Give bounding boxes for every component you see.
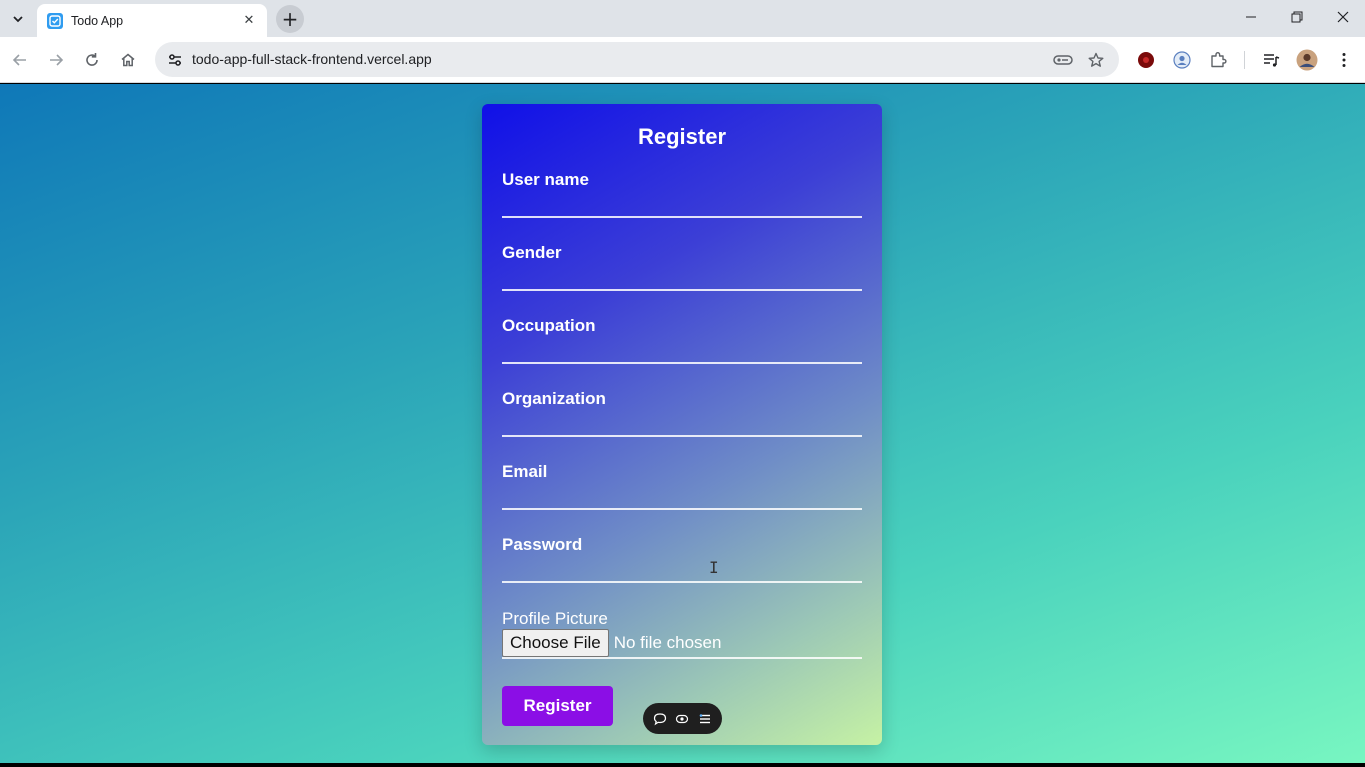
restore-button[interactable]: [1274, 0, 1320, 34]
profile-picture-field: Profile Picture Choose File No file chos…: [502, 609, 862, 659]
username-input[interactable]: [502, 196, 862, 218]
file-status-text: No file chosen: [613, 633, 722, 652]
kebab-menu-icon: [1342, 53, 1346, 67]
close-window-button[interactable]: [1320, 0, 1365, 34]
puzzle-icon: [1211, 52, 1227, 68]
back-button[interactable]: [6, 46, 34, 74]
password-field: Password: [502, 535, 862, 583]
plus-icon: +: [281, 7, 299, 31]
address-bar[interactable]: todo-app-full-stack-frontend.vercel.app: [155, 42, 1119, 77]
chevron-down-icon: [13, 15, 23, 22]
extension-blue-button[interactable]: [1168, 46, 1196, 74]
star-icon: [1088, 52, 1104, 67]
window-bottom-edge: [0, 763, 1365, 767]
tab-title: Todo App: [71, 13, 124, 28]
bookmark-button[interactable]: [1085, 49, 1107, 71]
text-cursor-icon: I: [709, 558, 719, 577]
email-input[interactable]: [502, 488, 862, 510]
username-label: User name: [502, 170, 589, 189]
tune-icon: [169, 53, 181, 66]
home-button[interactable]: [114, 46, 142, 74]
profile-avatar-button[interactable]: [1293, 46, 1321, 74]
page-background: Register User name Gender Occupation Org…: [0, 84, 1365, 763]
close-icon: [1337, 11, 1349, 23]
minimize-icon: [1246, 16, 1256, 18]
browser-menu-button[interactable]: [1330, 46, 1358, 74]
reload-button[interactable]: [78, 46, 106, 74]
organization-label: Organization: [502, 389, 606, 408]
key-icon: [1053, 55, 1073, 65]
extensions-button[interactable]: [1204, 46, 1232, 74]
password-input[interactable]: [502, 561, 862, 583]
occupation-field: Occupation: [502, 316, 862, 364]
password-label: Password: [502, 535, 583, 554]
profile-extension-icon: [1173, 51, 1191, 69]
organization-field: Organization: [502, 389, 862, 437]
todo-check-icon: [47, 12, 63, 29]
home-icon: [121, 53, 135, 67]
forward-button[interactable]: [42, 46, 70, 74]
gender-input[interactable]: [502, 269, 862, 291]
tab-search-button[interactable]: [0, 1, 36, 37]
close-icon[interactable]: ✕: [241, 13, 257, 28]
file-input[interactable]: Choose File No file chosen: [502, 629, 862, 659]
site-info-button[interactable]: [161, 46, 189, 73]
new-tab-button[interactable]: +: [276, 5, 304, 33]
register-button[interactable]: Register: [502, 686, 613, 726]
extension-red-button[interactable]: [1132, 46, 1160, 74]
avatar: [1296, 49, 1318, 71]
minimize-button[interactable]: [1228, 0, 1274, 34]
organization-input[interactable]: [502, 415, 862, 437]
username-field: User name: [502, 170, 862, 218]
chat-bubble-icon[interactable]: [651, 710, 669, 728]
email-label: Email: [502, 462, 548, 481]
record-extension-icon: [1138, 52, 1154, 68]
arrow-left-icon: [12, 54, 26, 66]
form-title: Register: [637, 124, 727, 149]
occupation-input[interactable]: [502, 342, 862, 364]
tab-strip: Todo App ✕ +: [0, 0, 1365, 37]
occupation-label: Occupation: [502, 316, 596, 335]
media-controls-button[interactable]: [1257, 46, 1285, 74]
arrow-right-icon: [50, 54, 64, 66]
gender-field: Gender: [502, 243, 862, 291]
choose-file-button[interactable]: Choose File: [502, 629, 609, 657]
gender-label: Gender: [502, 243, 562, 262]
eye-toggle-icon[interactable]: [673, 710, 691, 728]
media-control-icon: [1264, 54, 1280, 67]
list-menu-icon[interactable]: [696, 710, 714, 728]
floating-widget-toolbar: [643, 703, 722, 734]
browser-toolbar: todo-app-full-stack-frontend.vercel.app: [0, 37, 1365, 83]
reload-icon: [86, 53, 98, 66]
tab-todo-app[interactable]: Todo App ✕: [37, 4, 267, 37]
toolbar-divider: [1244, 51, 1245, 69]
url-text: todo-app-full-stack-frontend.vercel.app: [192, 51, 432, 67]
email-field: Email: [502, 462, 862, 510]
profile-picture-label: Profile Picture: [502, 609, 608, 628]
password-manager-button[interactable]: [1052, 49, 1074, 71]
restore-icon: [1291, 11, 1303, 23]
register-form-card: Register User name Gender Occupation Org…: [482, 104, 882, 745]
